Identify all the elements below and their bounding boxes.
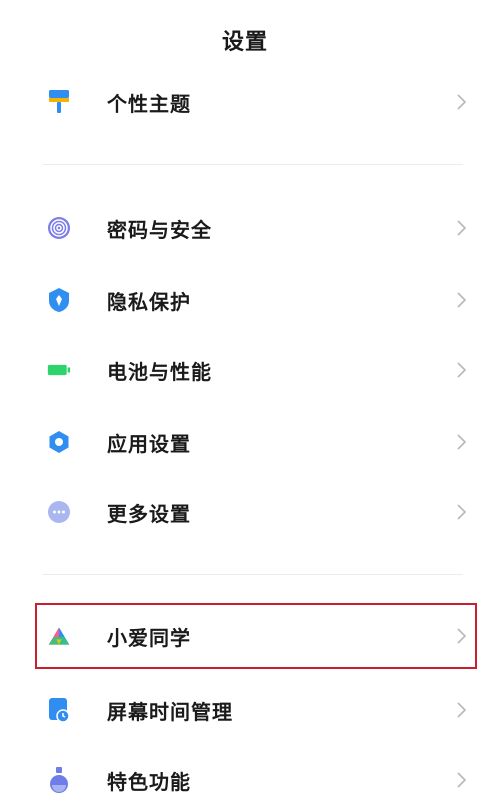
settings-item-label: 个性主题 [107, 91, 191, 116]
chevron-right-icon [457, 94, 467, 110]
settings-item-label: 更多设置 [107, 501, 191, 526]
settings-item-label: 密码与安全 [107, 217, 212, 242]
chevron-right-icon [457, 504, 467, 520]
settings-item-label: 屏幕时间管理 [107, 699, 233, 724]
screen-time-icon [47, 698, 71, 723]
settings-item-label: 电池与性能 [107, 359, 212, 384]
settings-item-label: 隐私保护 [107, 289, 191, 314]
settings-item-privacy[interactable]: 隐私保护 [0, 268, 490, 332]
battery-icon [47, 358, 71, 382]
settings-item-app-settings[interactable]: 应用设置 [0, 410, 490, 474]
settings-item-label: 小爱同学 [107, 625, 191, 650]
chevron-right-icon [457, 772, 467, 788]
chevron-right-icon [457, 220, 467, 236]
xiaoai-assistant-icon [47, 624, 71, 648]
chevron-right-icon [457, 292, 467, 308]
settings-item-special-features[interactable]: 特色功能 [0, 748, 490, 812]
more-dots-icon [47, 500, 71, 524]
chevron-right-icon [457, 362, 467, 378]
settings-item-battery-performance[interactable]: 电池与性能 [0, 338, 490, 402]
shield-icon [47, 288, 71, 312]
settings-item-theme[interactable]: 个性主题 [0, 70, 490, 134]
section-divider [43, 164, 463, 165]
gear-icon [47, 430, 71, 454]
settings-item-label: 应用设置 [107, 431, 191, 456]
paint-roller-icon [47, 90, 71, 114]
fingerprint-icon [47, 216, 71, 240]
settings-item-more-settings[interactable]: 更多设置 [0, 480, 490, 544]
chevron-right-icon [457, 434, 467, 450]
flask-icon [47, 767, 71, 793]
section-divider [43, 574, 463, 575]
chevron-right-icon [457, 628, 467, 644]
chevron-right-icon [457, 702, 467, 718]
settings-item-screen-time[interactable]: 屏幕时间管理 [0, 678, 490, 742]
settings-item-label: 特色功能 [107, 769, 191, 794]
page-title: 设置 [221, 30, 268, 55]
settings-item-xiaoai[interactable]: 小爱同学 [0, 604, 490, 668]
header: 设置 [0, 0, 490, 80]
settings-item-password-security[interactable]: 密码与安全 [0, 196, 490, 260]
